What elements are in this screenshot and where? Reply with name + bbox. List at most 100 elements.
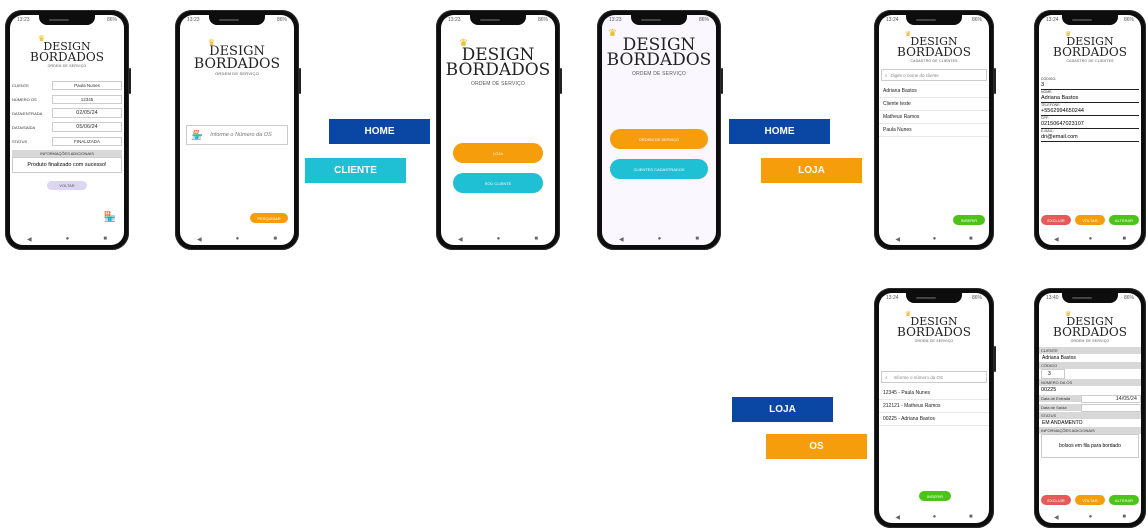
battery-level: 86% [1123,295,1134,301]
customer-button[interactable]: SOU CLIENTE [453,173,543,193]
service-order-button[interactable]: ORDEM DE SERVIÇO [610,129,708,149]
search-icon: ⌕ [885,72,888,78]
info-field[interactable]: bolsos em fila para bordado [1041,434,1139,459]
status-time: 13:24 [886,17,899,23]
detail-row: NÚMERO OS 12345 [12,92,122,106]
phone-home: 13:23 86% ♛ DESIGN BORDADOS ORDEM DE SERV… [436,10,562,250]
app-logo: ♛ DESIGN BORDADOS CADASTRO DE CLIENTES [879,30,989,63]
logo-line2: BORDADOS [606,50,712,71]
recent-nav-icon[interactable]: ■ [695,236,699,242]
battery-level: 86% [276,17,287,23]
back-nav-icon[interactable]: ◀ [27,236,32,243]
insert-button[interactable]: INSERIR [953,215,985,225]
back-nav-icon[interactable]: ◀ [895,236,900,243]
back-button[interactable]: VOLTAR [47,181,87,191]
action-buttons: EXCLUIR VOLTAR ALTERAR [1041,215,1139,225]
os-number-label: NÚMERO DA OS [1039,379,1141,387]
logo-subtitle: CADASTRO DE CLIENTES [1066,58,1114,63]
row-label: DATA/ENTRADA [12,110,43,116]
status-field[interactable]: EM ANDAMENTO [1039,419,1141,427]
back-nav-icon[interactable]: ◀ [197,236,202,243]
back-button[interactable]: VOLTAR [1075,215,1105,225]
recent-nav-icon[interactable]: ■ [969,236,973,242]
logo-subtitle: ORDEM DE SERVIÇO [914,338,954,343]
logo-line2: BORDADOS [1053,45,1127,60]
logo-line2: BORDADOS [193,55,281,72]
status-time: 13:24 [1046,17,1059,23]
home-nav-icon[interactable]: ● [933,514,937,520]
phone-os-list: 13:24 86% ♛ DESIGN BORDADOS ORDEM DE SERV… [874,288,996,528]
back-button[interactable]: VOLTAR [1075,495,1105,505]
list-item[interactable]: Paula Nunes [879,124,989,138]
insert-button[interactable]: INSERIR [919,491,951,501]
row-label: STATUS [12,138,28,144]
recent-nav-icon[interactable]: ■ [534,236,538,242]
back-nav-icon[interactable]: ◀ [895,514,900,521]
client-field[interactable]: Adriana Bastos [1039,354,1141,362]
registered-clients-button[interactable]: CLIENTES CADASTRADOS [610,159,708,179]
home-nav-icon[interactable]: ● [236,236,240,242]
input-placeholder: Informe o Número da OS [210,132,272,138]
entry-date-field[interactable]: 14/05/24 [1081,394,1141,403]
name-field[interactable]: Adriana Bastos [1041,94,1139,104]
cpf-field[interactable]: 02150647023107 [1041,120,1139,130]
status-time: 13:23 [17,17,30,23]
flow-label-os: OS [766,434,867,459]
info-text: Produto finalizado com sucesso! [12,157,122,174]
logo-line2: BORDADOS [897,325,971,340]
phone-field[interactable]: +5562994650244 [1041,107,1139,117]
app-logo: ♛ DESIGN BORDADOS ORDEM DE SERVIÇO [602,29,716,76]
recent-nav-icon[interactable]: ■ [273,236,277,242]
back-nav-icon[interactable]: ◀ [619,236,624,243]
logo-subtitle: ORDEM DE SERVIÇO [632,70,686,77]
home-nav-icon[interactable]: ● [658,236,662,242]
android-navbar: ◀ ● ■ [602,233,716,245]
status-time: 13:23 [187,17,200,23]
battery-level: 86% [971,17,982,23]
delete-button[interactable]: EXCLUIR [1041,215,1071,225]
code-field[interactable]: 3 [1041,81,1139,91]
email-field[interactable]: dri@email.com [1041,133,1139,143]
back-nav-icon[interactable]: ◀ [1054,236,1059,243]
back-nav-icon[interactable]: ◀ [1054,514,1059,521]
list-item[interactable]: Adriana Bastos [879,85,989,99]
home-nav-icon[interactable]: ● [1089,514,1093,520]
recent-nav-icon[interactable]: ■ [969,514,973,520]
update-button[interactable]: ALTERAR [1109,495,1139,505]
list-item[interactable]: Matheus Ramos [879,111,989,125]
input-placeholder: Informe o número da OS [893,374,944,380]
code-field[interactable]: 3 [1041,369,1065,380]
phone-os-detail: 13:40 86% ♛ DESIGN BORDADOS ORDEM DE SERV… [1034,288,1146,528]
app-logo: ♛ DESIGN BORDADOS ORDEM DE SERVIÇO [879,310,989,343]
update-button[interactable]: ALTERAR [1109,215,1139,225]
os-search-input[interactable]: ⌕ Informe o número da OS [881,371,987,384]
list-item[interactable]: 212121 - Matheus Ramos [879,400,989,414]
home-nav-icon[interactable]: ● [1089,236,1093,242]
recent-nav-icon[interactable]: ■ [1122,514,1126,520]
code-label: CÓDIGO [1039,362,1141,370]
client-search-input[interactable]: ⌕ Digite o nome do cliente [881,69,987,82]
search-button[interactable]: PESQUISAR [250,213,288,223]
back-nav-icon[interactable]: ◀ [458,236,463,243]
home-nav-icon[interactable]: ● [933,236,937,242]
list-item[interactable]: 00225 - Adriana Bastos [879,413,989,427]
list-item[interactable]: Cliente teste [879,98,989,112]
phone-store-menu: 13:23 86% ♛ DESIGN BORDADOS ORDEM DE SERV… [597,10,723,250]
android-navbar: ◀ ● ■ [10,233,124,245]
recent-nav-icon[interactable]: ■ [1122,236,1126,242]
exit-date-field[interactable] [1081,403,1141,412]
flow-label-home: HOME [329,119,430,144]
home-nav-icon[interactable]: ● [497,236,501,242]
home-nav-icon[interactable]: ● [66,236,70,242]
store-button[interactable]: LOJA [453,143,543,163]
recent-nav-icon[interactable]: ■ [103,236,107,242]
row-label: NÚMERO OS [12,96,37,102]
os-number-field[interactable]: 00225 [1039,386,1141,394]
row-value: FINALIZADA [52,136,122,146]
os-number-input[interactable]: 🏪 Informe o Número da OS [186,125,288,145]
logo-subtitle: ORDEM DE SERVIÇO [47,63,87,68]
search-icon: ⌕ [885,374,888,380]
delete-button[interactable]: EXCLUIR [1041,495,1071,505]
list-item[interactable]: 12345 - Paula Nunes [879,387,989,401]
row-value: 12345 [52,94,122,104]
